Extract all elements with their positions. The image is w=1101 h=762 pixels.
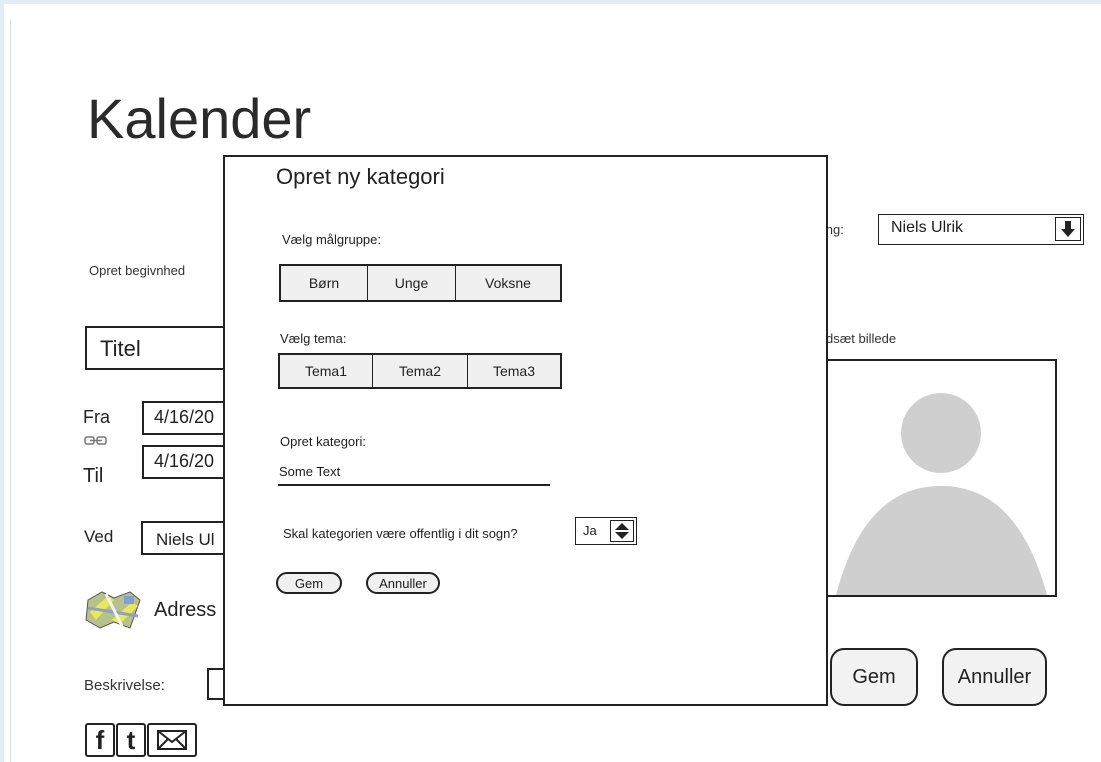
person-placeholder-icon: [836, 393, 1047, 595]
page-title: Kalender: [87, 87, 312, 150]
to-date-value: 4/16/20: [154, 451, 215, 471]
create-category-dialog: Opret ny kategori Vælg målgruppe: Børn U…: [223, 155, 828, 706]
theme-option[interactable]: Tema1: [280, 355, 373, 387]
insert-image-label: dsæt billede: [826, 331, 897, 346]
image-placeholder[interactable]: [826, 359, 1057, 597]
dialog-save-button[interactable]: Gem: [276, 572, 342, 594]
title-input[interactable]: Titel: [85, 326, 235, 370]
dialog-cancel-button[interactable]: Annuller: [366, 572, 440, 594]
create-category-label: Opret kategori:: [280, 434, 366, 449]
theme-option[interactable]: Tema3: [468, 355, 560, 387]
twitter-icon[interactable]: t: [116, 723, 146, 757]
from-date-value: 4/16/20: [154, 407, 215, 427]
category-name-input[interactable]: Some Text: [278, 464, 550, 486]
description-label: Beskrivelse:: [84, 677, 165, 694]
at-label: Ved: [84, 527, 114, 546]
window-left-border: [0, 0, 4, 762]
cancel-button[interactable]: Annuller: [942, 648, 1047, 706]
up-down-arrows-icon[interactable]: [610, 520, 634, 542]
theme-label: Vælg tema:: [280, 331, 347, 346]
window-top-border: [0, 0, 1101, 4]
to-label: Til: [83, 465, 104, 487]
link-icon[interactable]: [84, 432, 108, 445]
public-stepper[interactable]: Ja: [575, 517, 637, 545]
public-question-label: Skal kategorien være offentlig i dit sog…: [283, 526, 518, 541]
owner-select[interactable]: Niels Ulrik: [878, 214, 1084, 245]
map-icon[interactable]: [84, 590, 142, 630]
address-label: Adress: [154, 599, 217, 621]
content-left-border: [10, 20, 11, 762]
from-label: Fra: [83, 407, 110, 427]
audience-label: Vælg målgruppe:: [282, 232, 381, 247]
save-button[interactable]: Gem: [830, 648, 918, 706]
theme-option[interactable]: Tema2: [373, 355, 468, 387]
mail-icon[interactable]: [147, 723, 197, 757]
audience-option[interactable]: Børn: [281, 266, 368, 300]
create-event-label: Opret begivnhed: [89, 263, 186, 278]
audience-segmented-control: Børn Unge Voksne: [279, 264, 562, 302]
facebook-icon[interactable]: f: [85, 723, 115, 757]
audience-option[interactable]: Voksne: [456, 266, 560, 300]
at-value: Niels Ul: [156, 530, 215, 549]
arrow-down-icon[interactable]: [1055, 217, 1081, 241]
owner-select-value: Niels Ulrik: [891, 219, 963, 236]
dialog-title: Opret ny kategori: [276, 164, 445, 189]
title-input-placeholder: Titel: [100, 336, 141, 361]
audience-option[interactable]: Unge: [368, 266, 456, 300]
theme-segmented-control: Tema1 Tema2 Tema3: [278, 353, 562, 389]
public-stepper-value: Ja: [583, 523, 597, 538]
